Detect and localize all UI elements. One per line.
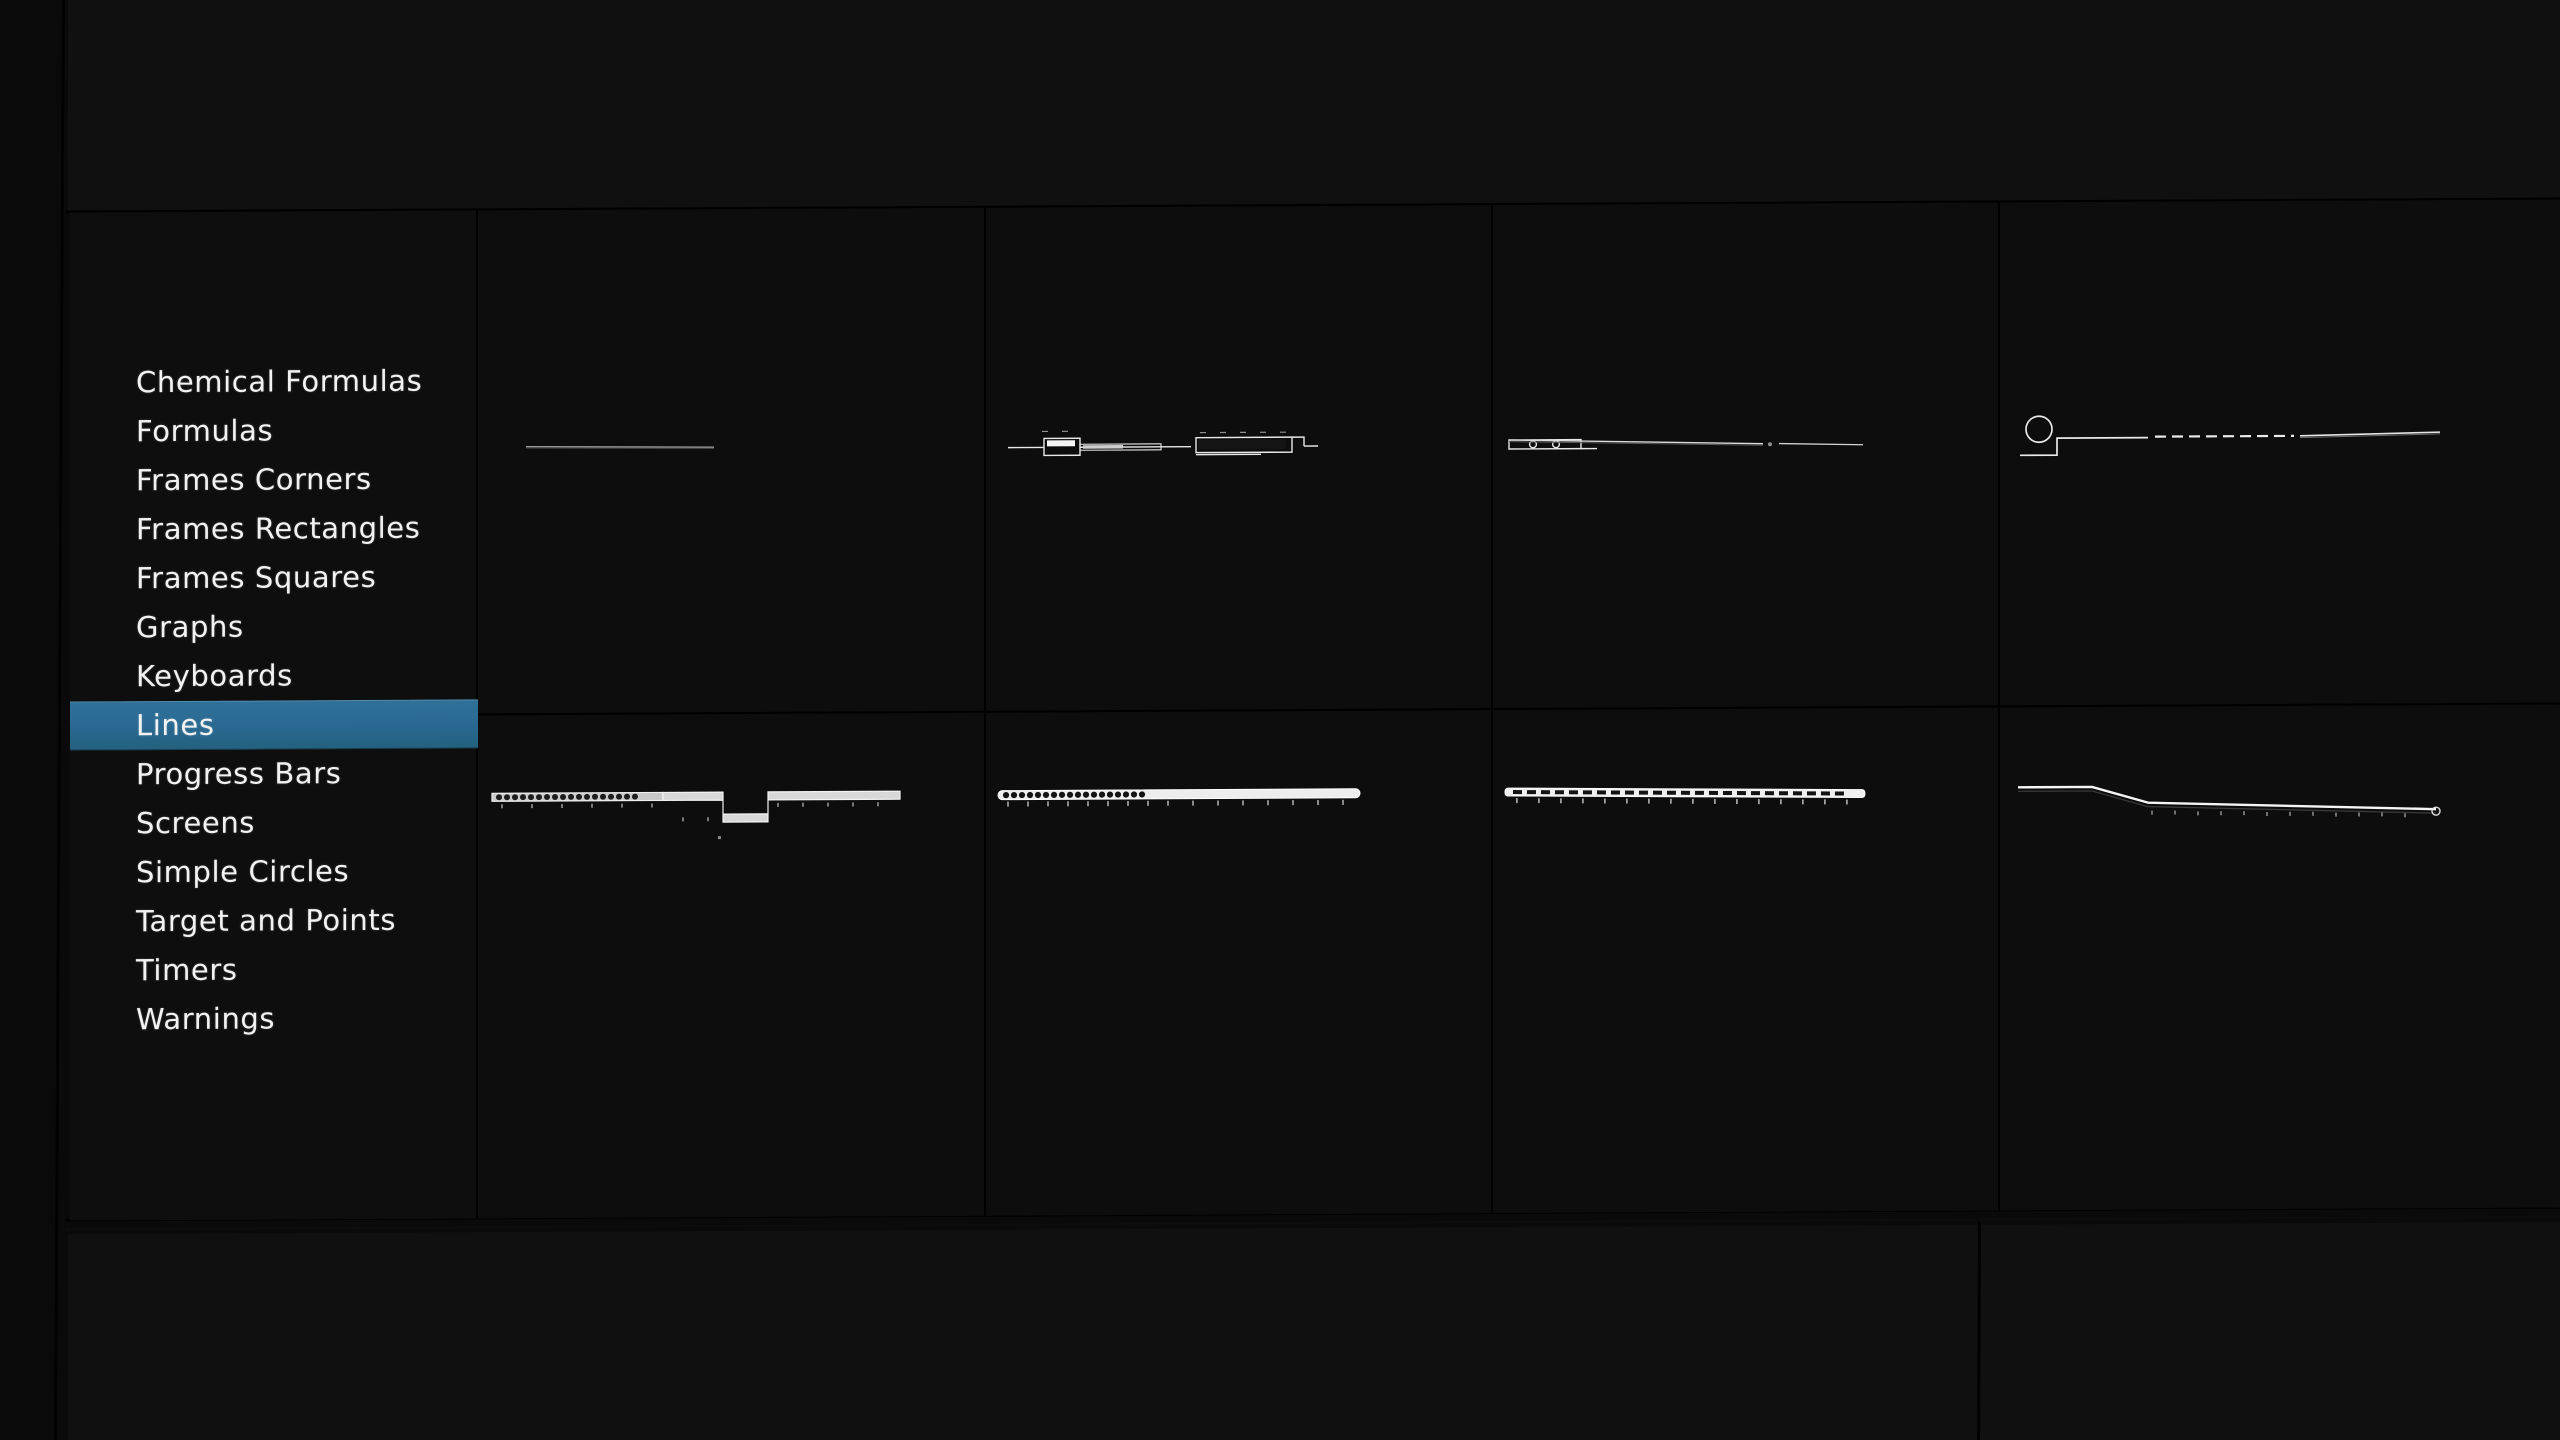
sidebar-menu: Chemical Formulas Formulas Frames Corner… (70, 356, 478, 1044)
sidebar-item-simple-circles[interactable]: Simple Circles (70, 846, 478, 897)
sidebar-item-label: Keyboards (136, 658, 293, 694)
sidebar-item-screens[interactable]: Screens (70, 797, 478, 848)
sidebar-item-timers[interactable]: Timers (70, 944, 478, 995)
sidebar-item-graphs[interactable]: Graphs (70, 601, 478, 652)
sidebar-item-label: Progress Bars (136, 756, 342, 792)
sidebar-item-lines[interactable]: Lines (70, 699, 478, 751)
sidebar-item-label: Frames Corners (136, 461, 372, 498)
bottom-frame-region (68, 1221, 2560, 1440)
line-preview-7[interactable] (1493, 707, 1998, 1213)
sidebar-item-label: Warnings (136, 1001, 276, 1037)
sidebar-item-progress-bars[interactable]: Progress Bars (70, 748, 478, 799)
sidebar-item-label: Simple Circles (136, 854, 350, 890)
sidebar-item-label: Lines (136, 707, 215, 743)
sidebar-item-label: Frames Rectangles (136, 510, 421, 547)
line-preview-8[interactable] (2000, 704, 2560, 1210)
top-frame-region (68, 0, 2560, 215)
sidebar-item-label: Chemical Formulas (136, 363, 423, 400)
main-panel: Chemical Formulas Formulas Frames Corner… (70, 199, 2560, 1221)
line-preview-5[interactable] (478, 713, 984, 1219)
sidebar: Chemical Formulas Formulas Frames Corner… (70, 210, 478, 1221)
sidebar-item-label: Frames Squares (136, 559, 377, 596)
sidebar-item-warnings[interactable]: Warnings (70, 993, 478, 1044)
sidebar-item-label: Graphs (136, 609, 244, 645)
line-preview-2[interactable] (986, 205, 1491, 711)
app-root: Chemical Formulas Formulas Frames Corner… (0, 0, 2560, 1440)
sidebar-item-label: Target and Points (136, 902, 397, 939)
line-preview-4[interactable] (2000, 199, 2560, 705)
sidebar-item-frames-rectangles[interactable]: Frames Rectangles (70, 503, 478, 554)
sidebar-item-label: Formulas (136, 413, 274, 449)
sidebar-item-frames-squares[interactable]: Frames Squares (70, 552, 478, 603)
sidebar-item-chemical-formulas[interactable]: Chemical Formulas (70, 356, 478, 407)
line-preview-3[interactable] (1493, 202, 1998, 708)
sidebar-item-label: Timers (136, 952, 238, 988)
sidebar-item-formulas[interactable]: Formulas (70, 405, 478, 456)
line-preview-1[interactable] (478, 208, 984, 714)
frame-left-divider (53, 0, 65, 1440)
sidebar-item-keyboards[interactable]: Keyboards (70, 650, 478, 701)
sidebar-item-target-and-points[interactable]: Target and Points (70, 895, 478, 946)
sidebar-item-label: Screens (136, 805, 256, 841)
preview-grid (478, 199, 2560, 1218)
line-preview-6[interactable] (986, 710, 1491, 1216)
sidebar-item-frames-corners[interactable]: Frames Corners (70, 454, 478, 505)
